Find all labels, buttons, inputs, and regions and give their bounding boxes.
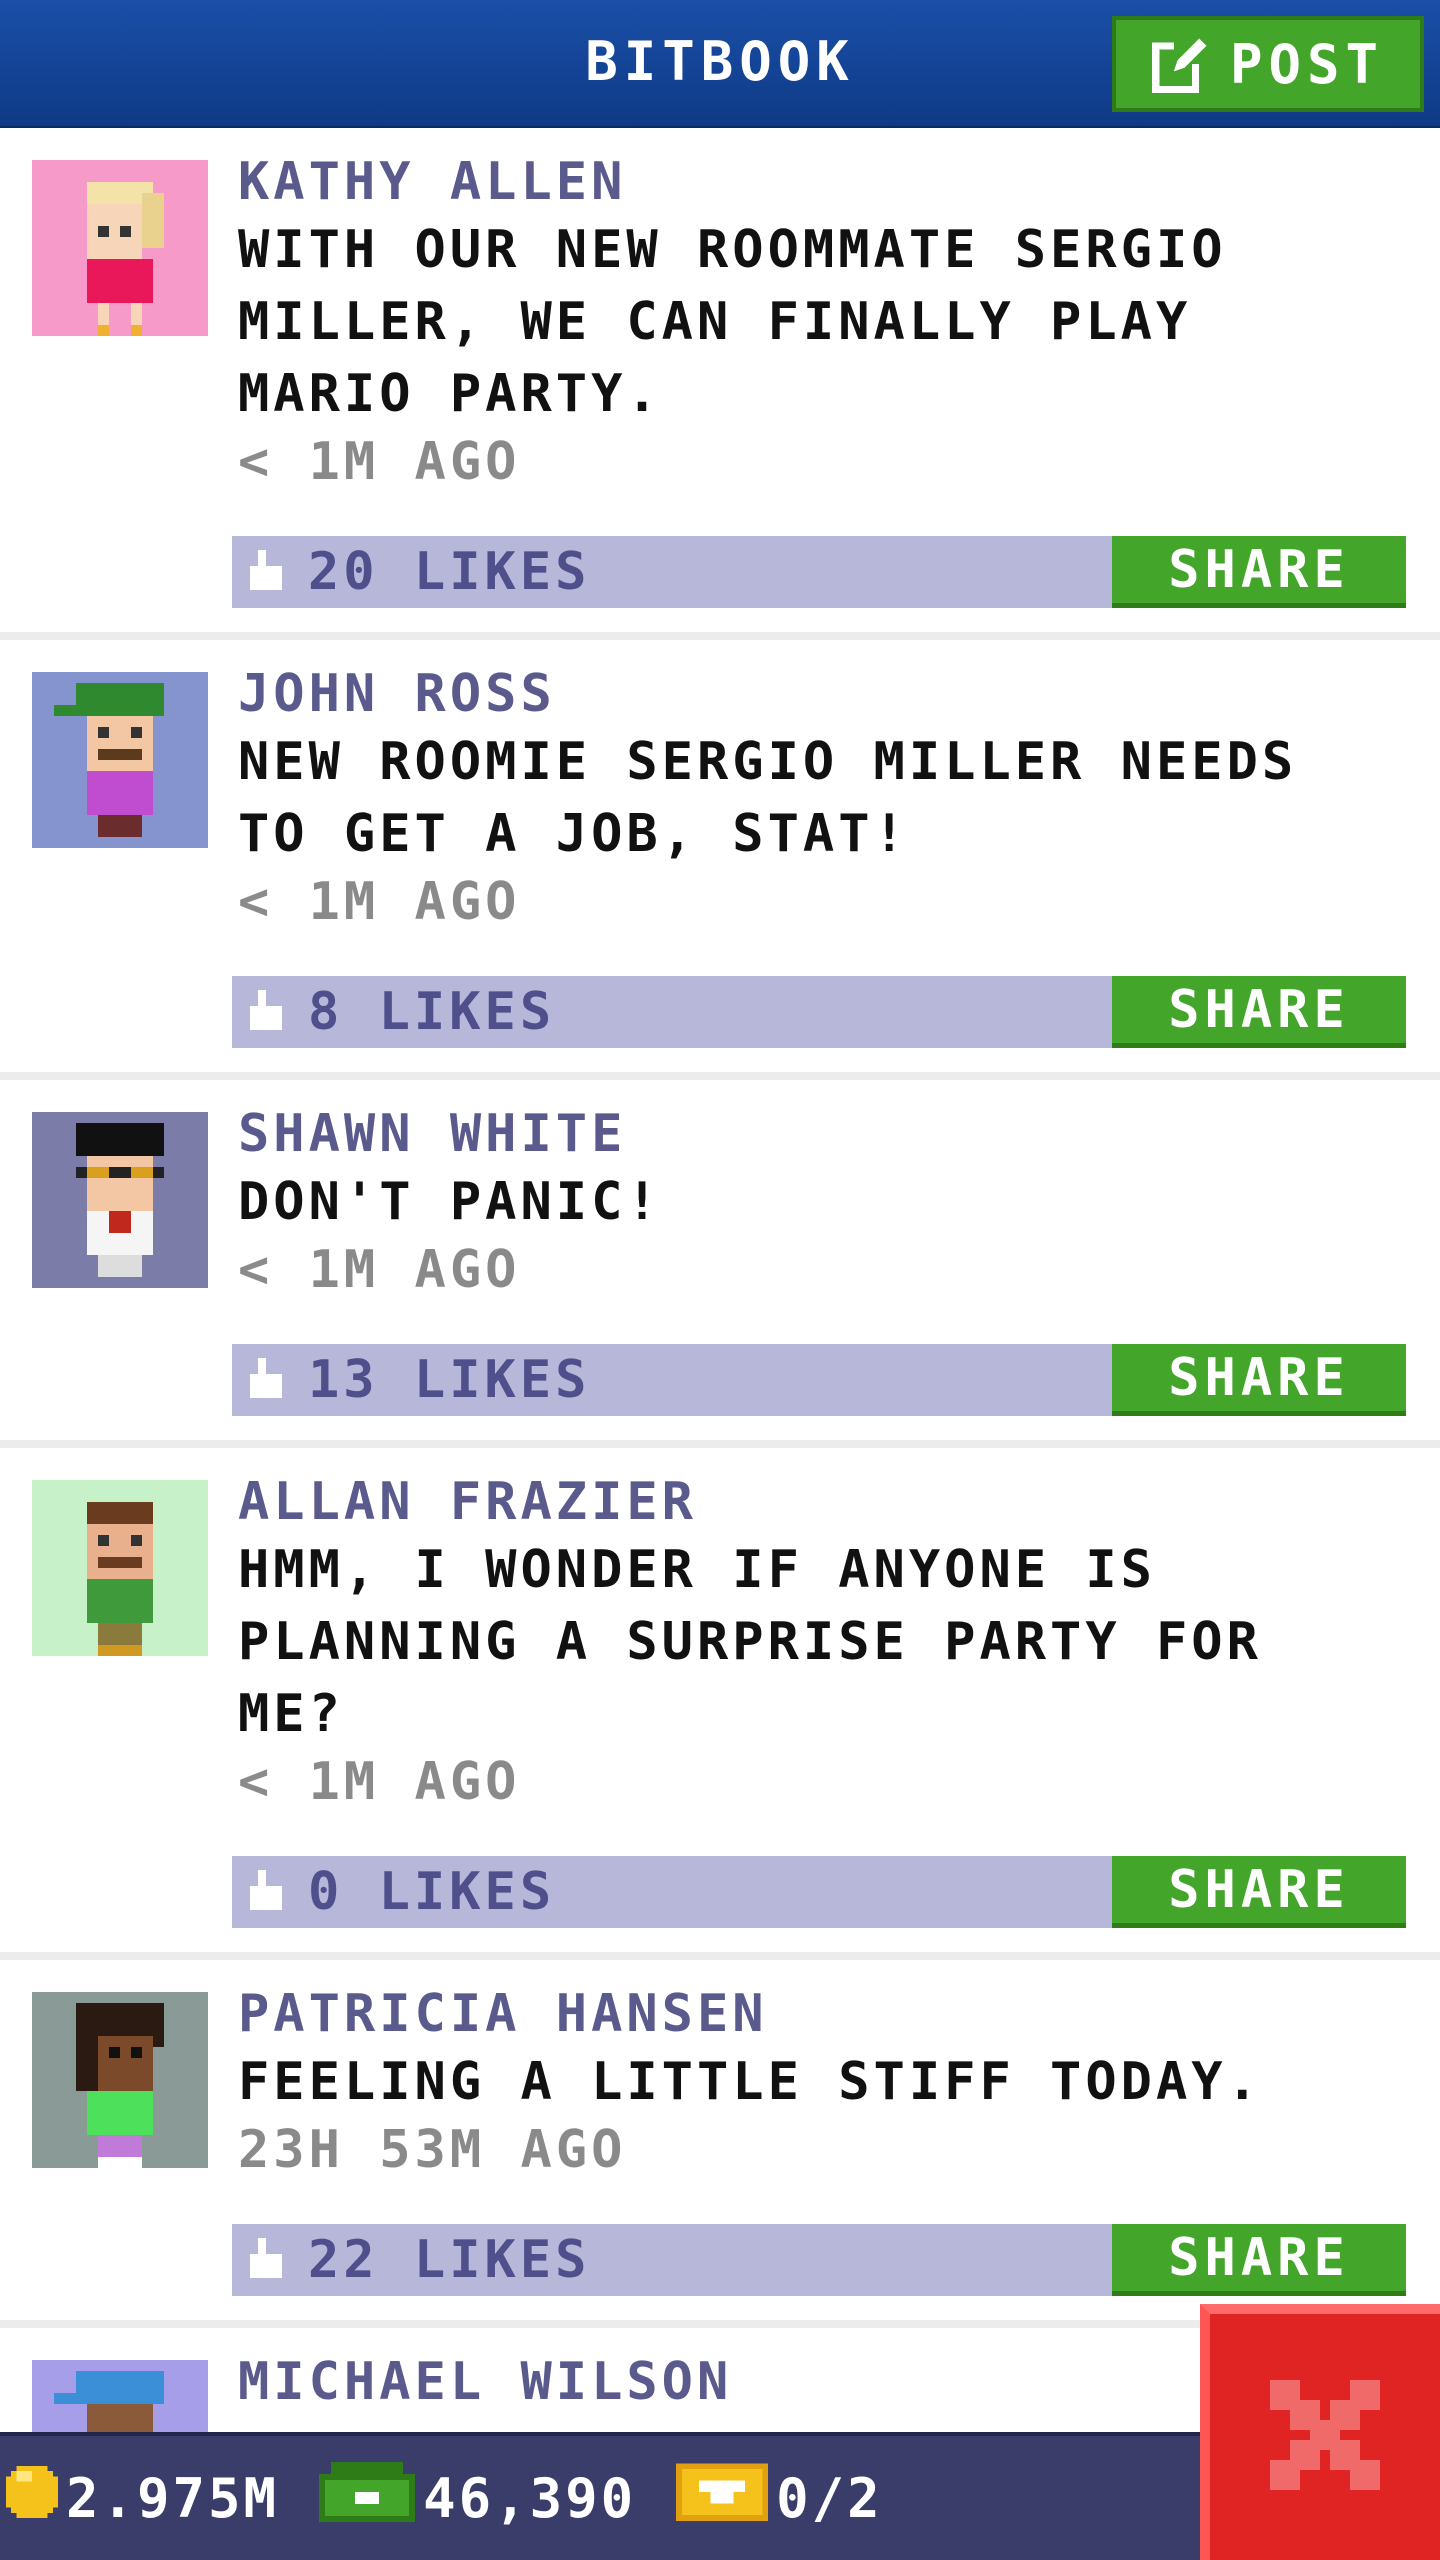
thumbs-up-icon[interactable]	[246, 2238, 286, 2282]
feed-post: KATHY ALLEN WITH OUR NEW ROOMMATE SERGIO…	[0, 128, 1440, 640]
avatar	[32, 1480, 208, 1656]
bux-value: 46,390	[423, 2466, 637, 2530]
post-text: FEELING A LITTLE STIFF TODAY.	[238, 2052, 1262, 2112]
close-button[interactable]	[1200, 2304, 1440, 2560]
post-text: NEW ROOMIE SERGIO MILLER NEEDS TO GET A …	[238, 732, 1298, 864]
post-author[interactable]: KATHY ALLEN	[238, 152, 626, 212]
coins-value: 2.975M	[66, 2466, 280, 2530]
feed-post: ALLAN FRAZIER HMM, I WONDER IF ANYONE IS…	[0, 1448, 1440, 1960]
share-button[interactable]: SHARE	[1112, 976, 1406, 1048]
thumbs-up-icon[interactable]	[246, 1358, 286, 1402]
post-timestamp: < 1M AGO	[238, 1752, 521, 1812]
feed-post: JOHN ROSS NEW ROOMIE SERGIO MILLER NEEDS…	[0, 640, 1440, 1080]
thumbs-up-icon[interactable]	[246, 550, 286, 594]
post-text: HMM, I WONDER IF ANYONE IS PLANNING A SU…	[238, 1540, 1262, 1744]
coin-icon	[6, 2465, 58, 2531]
likes-count: 13 LIKES	[308, 1350, 591, 1410]
post-timestamp: < 1M AGO	[238, 432, 521, 492]
avatar	[32, 1992, 208, 2168]
likes-bar: 13 LIKES SHARE	[232, 1344, 1406, 1416]
avatar	[32, 672, 208, 848]
feed-post: SHAWN WHITE DON'T PANIC! < 1M AGO 13 LIK…	[0, 1080, 1440, 1448]
post-timestamp: < 1M AGO	[238, 1240, 521, 1300]
ticket-icon	[676, 2462, 769, 2534]
post-button[interactable]: POST	[1112, 16, 1424, 112]
share-button[interactable]: SHARE	[1112, 2224, 1406, 2296]
bux-display: 46,390	[319, 2461, 637, 2535]
post-author[interactable]: JOHN ROSS	[238, 664, 556, 724]
feed-post: PATRICIA HANSEN FEELING A LITTLE STIFF T…	[0, 1960, 1440, 2328]
coins-display: 2.975M	[6, 2465, 280, 2531]
post-text: DON'T PANIC!	[238, 1172, 662, 1232]
tickets-display: 0/2	[676, 2462, 883, 2534]
thumbs-up-icon[interactable]	[246, 1870, 286, 1914]
post-timestamp: 23H 53M AGO	[238, 2120, 627, 2180]
thumbs-up-icon[interactable]	[246, 990, 286, 1034]
close-icon	[1260, 2370, 1390, 2504]
likes-bar: 0 LIKES SHARE	[232, 1856, 1406, 1928]
share-button[interactable]: SHARE	[1112, 1344, 1406, 1416]
tickets-value: 0/2	[776, 2466, 883, 2530]
post-author[interactable]: SHAWN WHITE	[238, 1104, 626, 1164]
post-text: WITH OUR NEW ROOMMATE SERGIO MILLER, WE …	[238, 220, 1227, 424]
likes-count: 0 LIKES	[308, 1862, 556, 1922]
share-button[interactable]: SHARE	[1112, 536, 1406, 608]
app-header: BITBOOK POST	[0, 0, 1440, 128]
post-author[interactable]: MICHAEL WILSON	[238, 2352, 732, 2412]
likes-bar: 20 LIKES SHARE	[232, 536, 1406, 608]
likes-count: 20 LIKES	[308, 542, 591, 602]
post-timestamp: < 1M AGO	[238, 872, 521, 932]
post-button-label: POST	[1229, 32, 1385, 96]
share-button[interactable]: SHARE	[1112, 1856, 1406, 1928]
bux-icon	[319, 2461, 416, 2535]
likes-count: 22 LIKES	[308, 2230, 591, 2290]
edit-icon	[1151, 35, 1210, 93]
post-author[interactable]: PATRICIA HANSEN	[238, 1984, 768, 2044]
post-author[interactable]: ALLAN FRAZIER	[238, 1472, 697, 1532]
likes-count: 8 LIKES	[308, 982, 556, 1042]
likes-bar: 22 LIKES SHARE	[232, 2224, 1406, 2296]
avatar	[32, 1112, 208, 1288]
avatar	[32, 160, 208, 336]
likes-bar: 8 LIKES SHARE	[232, 976, 1406, 1048]
